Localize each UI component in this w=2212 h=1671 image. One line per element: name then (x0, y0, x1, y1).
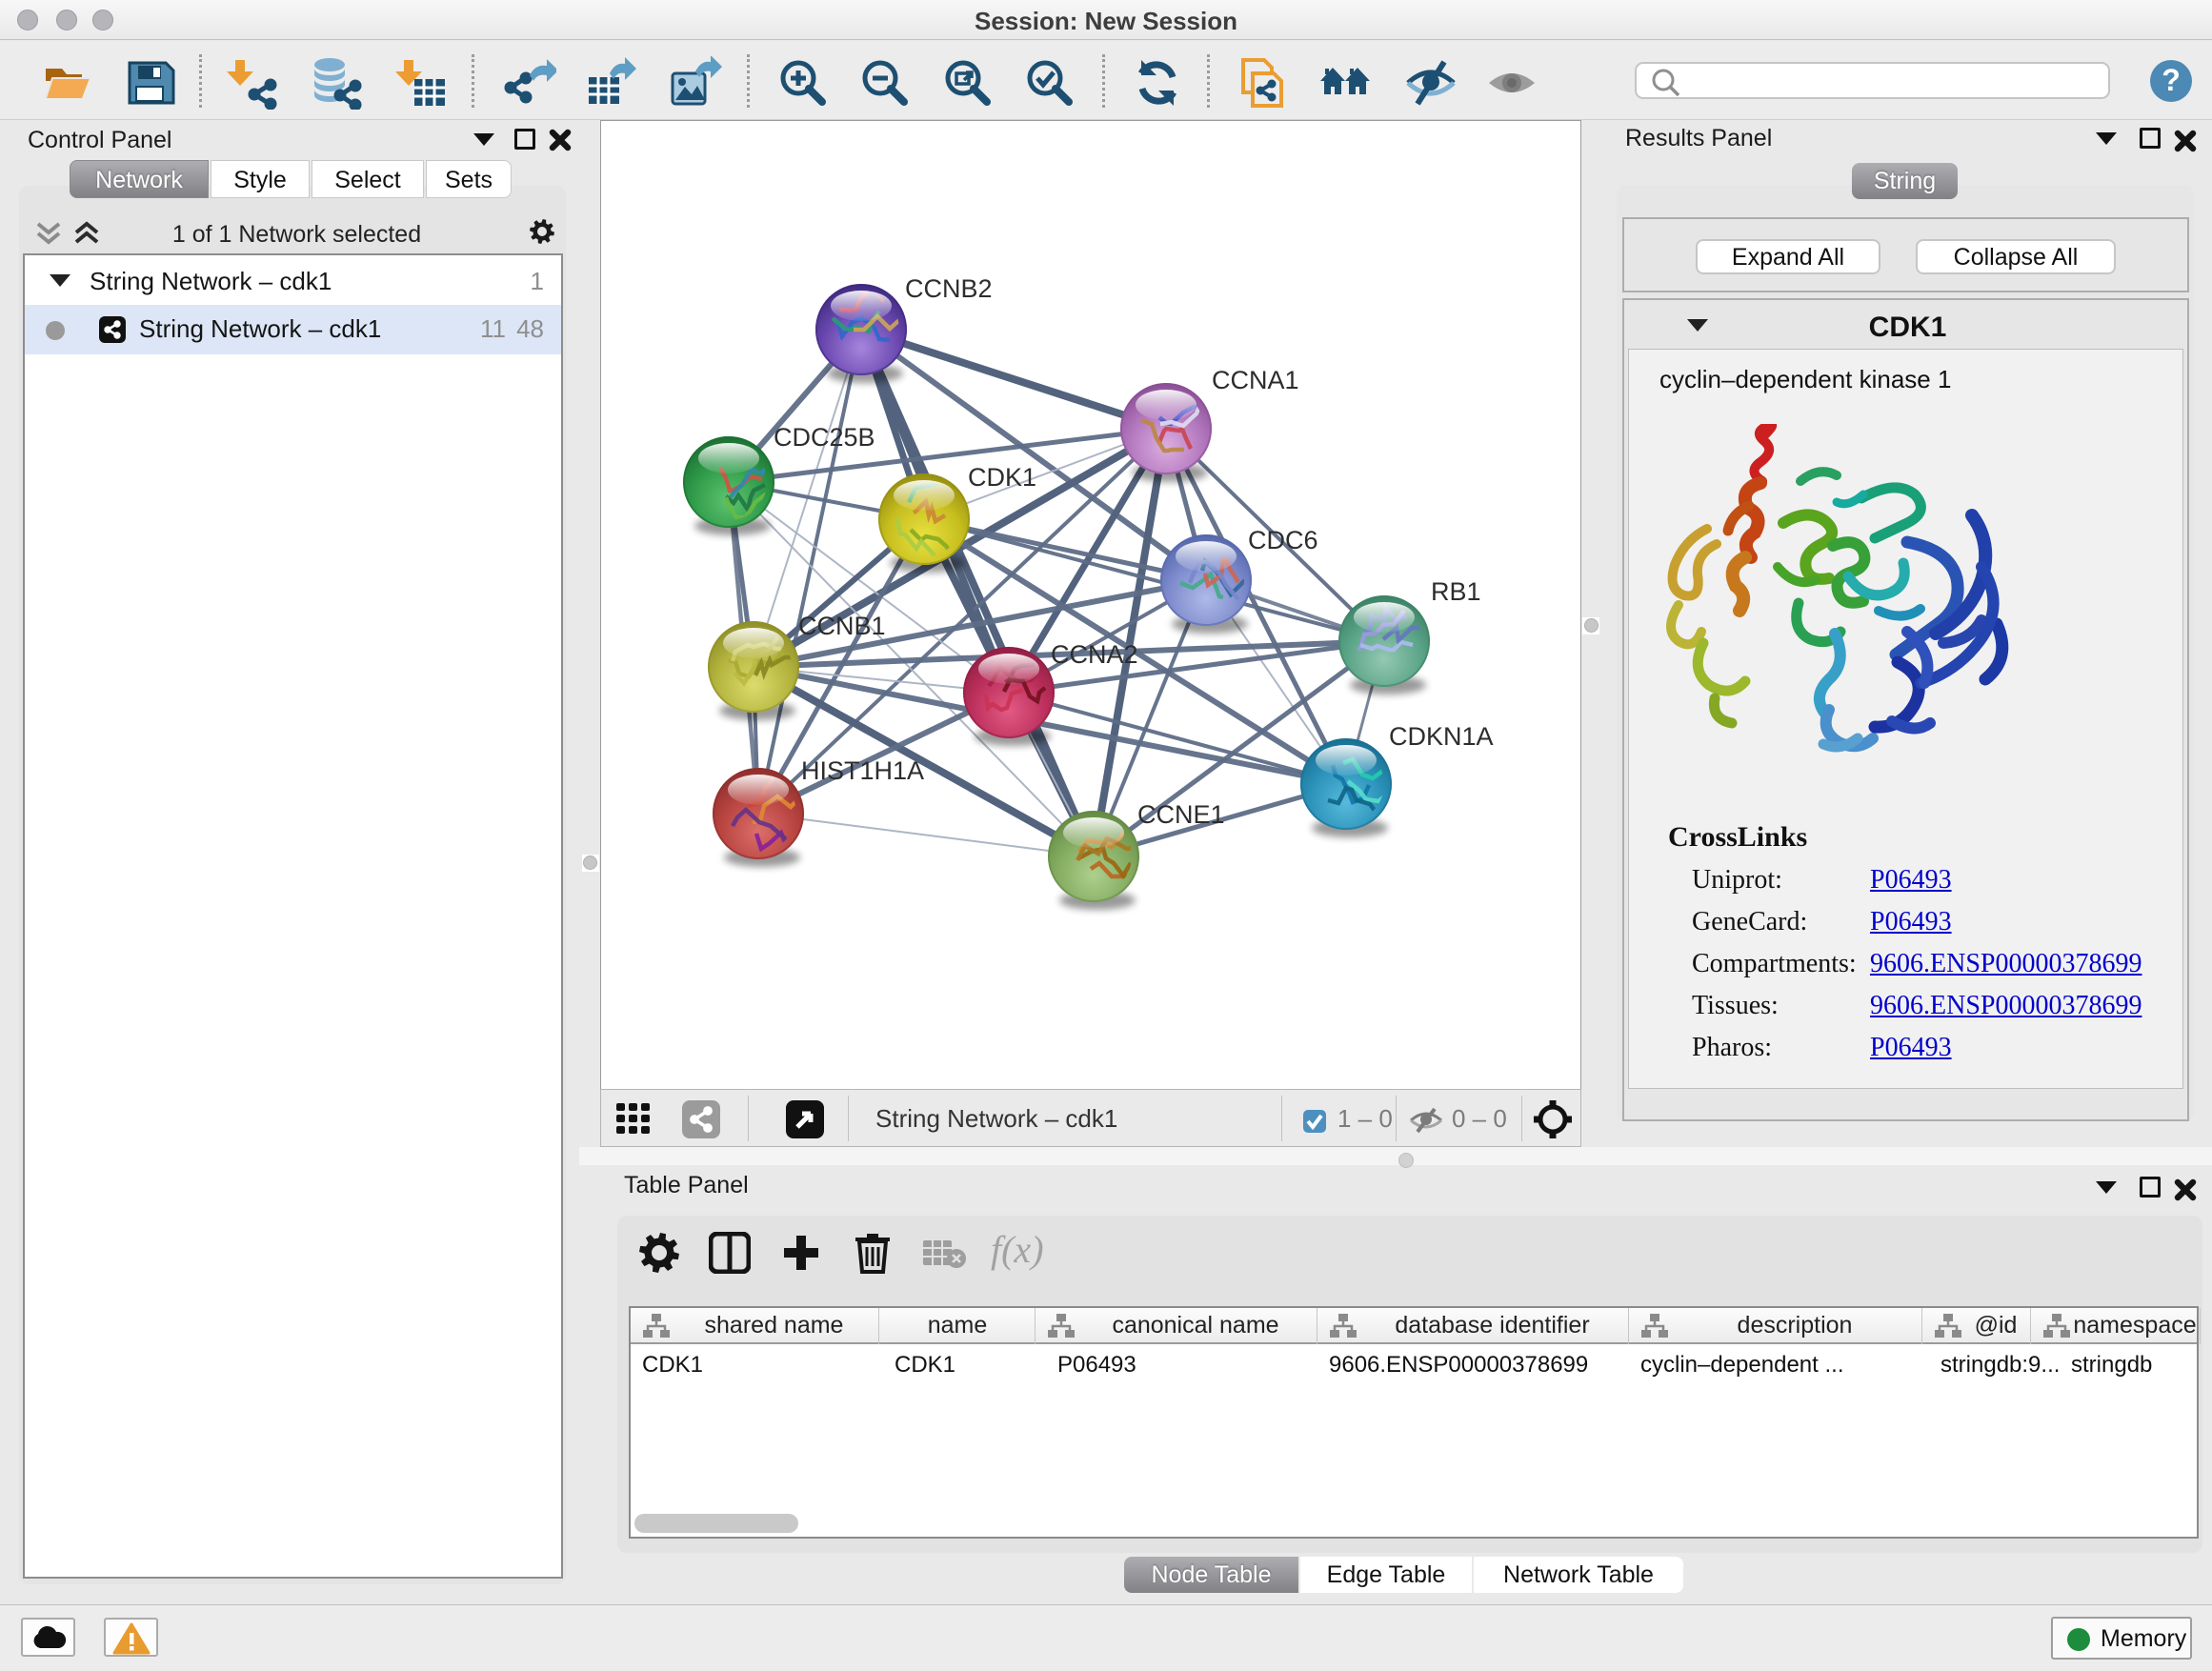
svg-text:CCNE1: CCNE1 (1137, 800, 1225, 829)
svg-text:HIST1H1A: HIST1H1A (801, 756, 924, 785)
svg-text:CCNA1: CCNA1 (1212, 366, 1299, 394)
svg-text:?: ? (2162, 63, 2181, 97)
svg-text:CDC6: CDC6 (1248, 526, 1318, 554)
svg-text:CCNB1: CCNB1 (798, 612, 886, 640)
svg-text:CCNB2: CCNB2 (905, 274, 993, 303)
svg-text:CDK1: CDK1 (968, 463, 1036, 492)
svg-text:CDKN1A: CDKN1A (1389, 722, 1494, 751)
svg-text:RB1: RB1 (1431, 577, 1481, 606)
svg-text:CDC25B: CDC25B (774, 423, 875, 452)
svg-text:CCNA2: CCNA2 (1051, 640, 1138, 669)
